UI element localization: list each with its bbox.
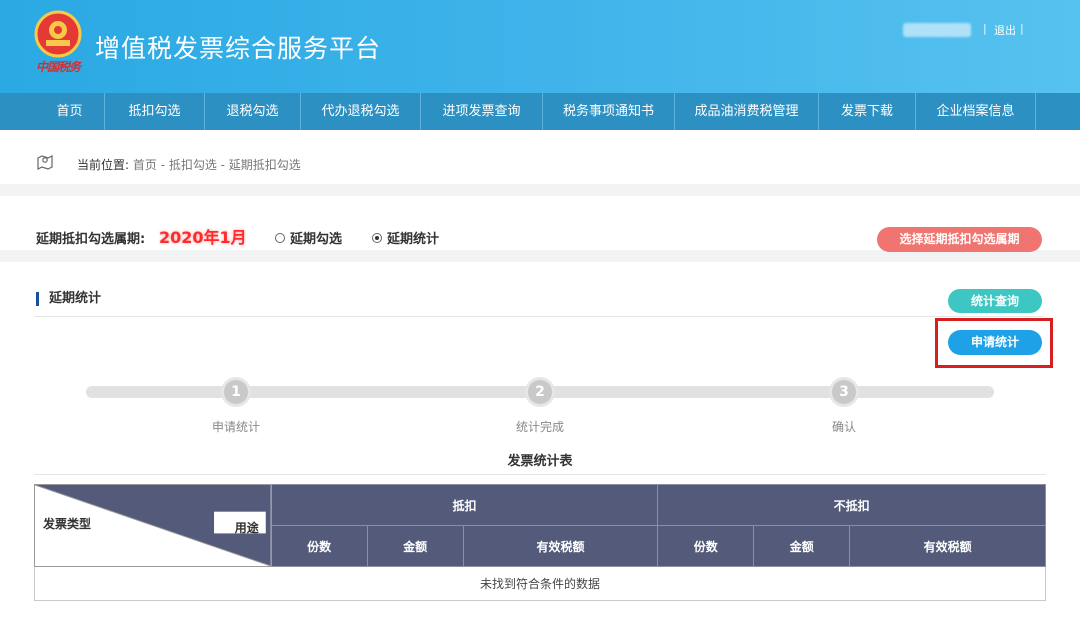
- separator: |: [983, 22, 987, 35]
- group-header-non-deduct: 不抵扣: [657, 484, 1046, 526]
- breadcrumb-text: 当前位置: 首页 - 抵扣勾选 - 延期抵扣勾选: [77, 156, 301, 173]
- radio-checked-icon[interactable]: [372, 232, 382, 243]
- section-title: 延期统计: [36, 292, 101, 306]
- radio-label: 延期勾选: [290, 232, 343, 247]
- group-header-deduct: 抵扣: [270, 484, 659, 526]
- site-title: 增值税发票综合服务平台: [95, 34, 382, 63]
- corner-usage-label: 用途: [234, 521, 259, 535]
- table-title: 发票统计表: [507, 454, 573, 469]
- nav-item-tax-notice[interactable]: 税务事项通知书: [543, 93, 675, 130]
- nav-item-home[interactable]: 首页: [35, 93, 105, 130]
- nav-item-agent-refund-select[interactable]: 代办退税勾选: [301, 93, 421, 130]
- col-header-count: 份数: [657, 525, 755, 567]
- period-value: 2020年1月: [159, 228, 247, 247]
- divider: [34, 474, 1046, 475]
- divider: [34, 316, 1044, 317]
- corner-invoice-type-label: 发票类型: [43, 517, 92, 531]
- header: 中国税务 增值税发票综合服务平台 | 退出 |: [0, 0, 1080, 93]
- period-label: 延期抵扣勾选属期:: [36, 232, 146, 247]
- step-2-label: 统计完成: [515, 420, 564, 434]
- breadcrumb-path[interactable]: 首页 - 抵扣勾选 - 延期抵扣勾选: [133, 158, 301, 172]
- radio-deferred-select[interactable]: 延期勾选: [275, 228, 342, 247]
- apply-statistics-button[interactable]: 申请统计: [948, 330, 1042, 355]
- username-redacted: [903, 23, 971, 37]
- step-1-circle: 1: [221, 377, 251, 407]
- table-corner-cell: 发票类型 用途: [34, 484, 272, 567]
- col-header-valid-tax: 有效税额: [849, 525, 1046, 567]
- step-1-label: 申请统计: [211, 420, 260, 434]
- main-nav: 首页 抵扣勾选 退税勾选 代办退税勾选 进项发票查询 税务事项通知书 成品油消费…: [0, 93, 1080, 130]
- empty-table-message: 未找到符合条件的数据: [34, 566, 1046, 601]
- breadcrumb: 当前位置: 首页 - 抵扣勾选 - 延期抵扣勾选: [0, 130, 1080, 196]
- step-3-circle: 3: [829, 377, 859, 407]
- col-header-valid-tax: 有效税额: [462, 525, 659, 567]
- nav-item-refund-select[interactable]: 退税勾选: [205, 93, 301, 130]
- step-2-circle: 2: [525, 377, 555, 407]
- logout-link[interactable]: 退出: [994, 22, 1016, 38]
- radio-deferred-statistics[interactable]: 延期统计: [372, 228, 439, 247]
- nav-item-company-profile[interactable]: 企业档案信息: [916, 93, 1036, 130]
- emblem-signature: 中国税务: [36, 60, 81, 74]
- col-header-amount: 金额: [753, 525, 851, 567]
- map-location-icon: [37, 155, 53, 170]
- step-3-label: 确认: [831, 420, 856, 434]
- separator: |: [1020, 22, 1024, 35]
- radio-label: 延期统计: [387, 232, 440, 247]
- nav-item-deduction-select[interactable]: 抵扣勾选: [105, 93, 205, 130]
- nav-item-input-invoice-query[interactable]: 进项发票查询: [421, 93, 543, 130]
- select-period-button[interactable]: 选择延期抵扣勾选属期: [877, 227, 1042, 252]
- national-emblem-icon: [34, 10, 82, 58]
- nav-item-refined-oil-tax[interactable]: 成品油消费税管理: [675, 93, 819, 130]
- radio-unchecked-icon[interactable]: [275, 232, 285, 243]
- breadcrumb-label: 当前位置:: [77, 158, 130, 172]
- nav-item-invoice-download[interactable]: 发票下载: [819, 93, 916, 130]
- period-row: 延期抵扣勾选属期: 2020年1月 延期勾选 延期统计 选择延期抵扣勾选属期: [0, 208, 1080, 262]
- statistics-query-button[interactable]: 统计查询: [948, 289, 1042, 313]
- col-header-amount: 金额: [366, 525, 464, 567]
- invoice-statistics-table: 发票类型 用途 抵扣 不抵扣 份数 金额 有效税额 份数 金额 有效税额 未找到…: [34, 484, 1046, 601]
- col-header-count: 份数: [270, 525, 368, 567]
- table-row: 未找到符合条件的数据: [34, 566, 1046, 601]
